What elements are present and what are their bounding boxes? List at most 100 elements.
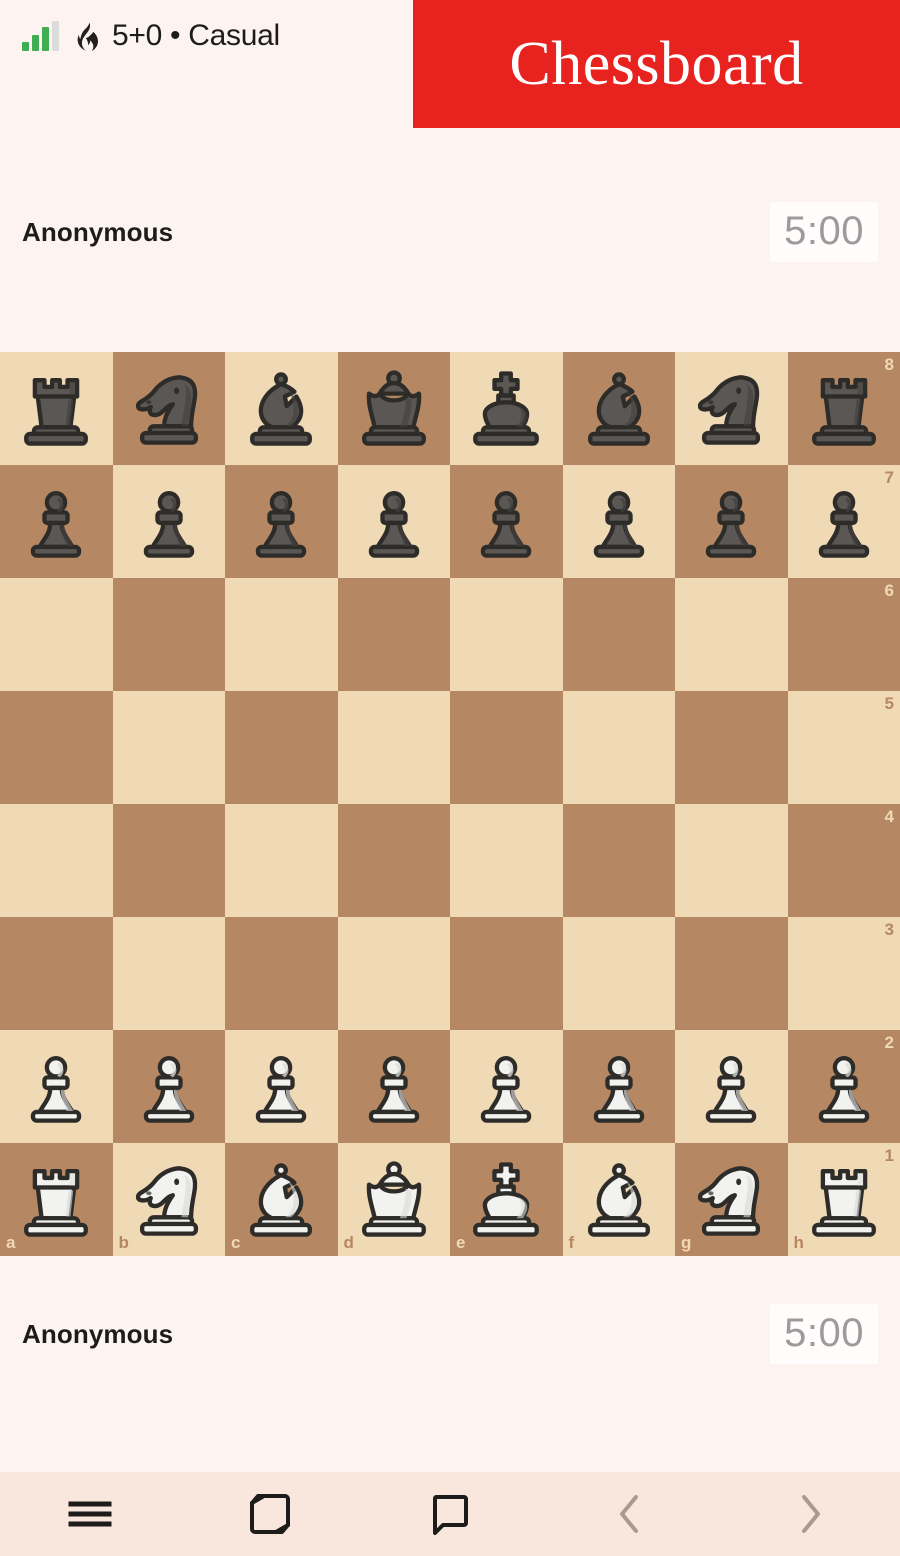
square-d2[interactable] xyxy=(337,1030,450,1143)
square-c7[interactable] xyxy=(225,465,338,578)
square-h5[interactable]: 5 xyxy=(787,691,900,804)
white-pawn-on-a2[interactable] xyxy=(8,1039,104,1135)
square-a3[interactable] xyxy=(0,917,113,1030)
square-c3[interactable] xyxy=(225,917,338,1030)
square-e2[interactable] xyxy=(450,1030,563,1143)
square-b4[interactable] xyxy=(112,804,225,917)
square-b8[interactable] xyxy=(112,352,225,465)
square-f3[interactable] xyxy=(562,917,675,1030)
square-h6[interactable]: 6 xyxy=(787,578,900,691)
white-bishop-on-f1[interactable] xyxy=(571,1152,667,1248)
square-b1[interactable]: b xyxy=(112,1143,225,1256)
black-pawn-on-f7[interactable] xyxy=(571,474,667,570)
black-knight-on-g8[interactable] xyxy=(683,361,779,457)
square-f4[interactable] xyxy=(562,804,675,917)
square-f6[interactable] xyxy=(562,578,675,691)
square-g4[interactable] xyxy=(675,804,788,917)
square-f2[interactable] xyxy=(562,1030,675,1143)
square-d4[interactable] xyxy=(337,804,450,917)
black-king-on-e8[interactable] xyxy=(458,361,554,457)
square-a6[interactable] xyxy=(0,578,113,691)
chat-button[interactable] xyxy=(360,1472,540,1556)
white-pawn-on-c2[interactable] xyxy=(233,1039,329,1135)
white-pawn-on-h2[interactable] xyxy=(796,1039,892,1135)
square-h7[interactable]: 7 xyxy=(787,465,900,578)
black-pawn-on-d7[interactable] xyxy=(346,474,442,570)
square-e4[interactable] xyxy=(450,804,563,917)
white-pawn-on-g2[interactable] xyxy=(683,1039,779,1135)
menu-button[interactable] xyxy=(0,1472,180,1556)
square-c1[interactable]: c xyxy=(225,1143,338,1256)
black-pawn-on-b7[interactable] xyxy=(121,474,217,570)
white-knight-on-b1[interactable] xyxy=(121,1152,217,1248)
white-king-on-e1[interactable] xyxy=(458,1152,554,1248)
square-c5[interactable] xyxy=(225,691,338,804)
black-pawn-on-g7[interactable] xyxy=(683,474,779,570)
flip-button[interactable] xyxy=(180,1472,360,1556)
square-g7[interactable] xyxy=(675,465,788,578)
square-c6[interactable] xyxy=(225,578,338,691)
square-b2[interactable] xyxy=(112,1030,225,1143)
square-d3[interactable] xyxy=(337,917,450,1030)
square-e6[interactable] xyxy=(450,578,563,691)
white-pawn-on-b2[interactable] xyxy=(121,1039,217,1135)
square-b5[interactable] xyxy=(112,691,225,804)
square-c2[interactable] xyxy=(225,1030,338,1143)
white-pawn-on-e2[interactable] xyxy=(458,1039,554,1135)
square-f1[interactable]: f xyxy=(562,1143,675,1256)
square-h1[interactable]: 1h xyxy=(787,1143,900,1256)
square-a5[interactable] xyxy=(0,691,113,804)
square-a1[interactable]: a xyxy=(0,1143,113,1256)
square-g1[interactable]: g xyxy=(675,1143,788,1256)
prev-move-button[interactable] xyxy=(540,1472,720,1556)
square-g6[interactable] xyxy=(675,578,788,691)
white-pawn-on-f2[interactable] xyxy=(571,1039,667,1135)
square-e7[interactable] xyxy=(450,465,563,578)
white-pawn-on-d2[interactable] xyxy=(346,1039,442,1135)
square-f8[interactable] xyxy=(562,352,675,465)
black-bishop-on-f8[interactable] xyxy=(571,361,667,457)
black-bishop-on-c8[interactable] xyxy=(233,361,329,457)
square-a8[interactable] xyxy=(0,352,113,465)
square-h8[interactable]: 8 xyxy=(787,352,900,465)
square-d8[interactable] xyxy=(337,352,450,465)
square-h4[interactable]: 4 xyxy=(787,804,900,917)
white-queen-on-d1[interactable] xyxy=(346,1152,442,1248)
square-d1[interactable]: d xyxy=(337,1143,450,1256)
square-d5[interactable] xyxy=(337,691,450,804)
square-f5[interactable] xyxy=(562,691,675,804)
black-queen-on-d8[interactable] xyxy=(346,361,442,457)
square-g5[interactable] xyxy=(675,691,788,804)
square-b7[interactable] xyxy=(112,465,225,578)
square-e8[interactable] xyxy=(450,352,563,465)
square-g2[interactable] xyxy=(675,1030,788,1143)
square-a4[interactable] xyxy=(0,804,113,917)
square-f7[interactable] xyxy=(562,465,675,578)
black-pawn-on-h7[interactable] xyxy=(796,474,892,570)
square-e3[interactable] xyxy=(450,917,563,1030)
white-rook-on-a1[interactable] xyxy=(8,1152,104,1248)
square-h2[interactable]: 2 xyxy=(787,1030,900,1143)
black-pawn-on-a7[interactable] xyxy=(8,474,104,570)
square-a7[interactable] xyxy=(0,465,113,578)
square-b3[interactable] xyxy=(112,917,225,1030)
black-knight-on-b8[interactable] xyxy=(121,361,217,457)
black-rook-on-a8[interactable] xyxy=(8,361,104,457)
square-g8[interactable] xyxy=(675,352,788,465)
black-pawn-on-e7[interactable] xyxy=(458,474,554,570)
square-a2[interactable] xyxy=(0,1030,113,1143)
next-move-button[interactable] xyxy=(720,1472,900,1556)
square-d6[interactable] xyxy=(337,578,450,691)
white-rook-on-h1[interactable] xyxy=(796,1152,892,1248)
square-g3[interactable] xyxy=(675,917,788,1030)
square-c4[interactable] xyxy=(225,804,338,917)
square-e5[interactable] xyxy=(450,691,563,804)
white-bishop-on-c1[interactable] xyxy=(233,1152,329,1248)
black-pawn-on-c7[interactable] xyxy=(233,474,329,570)
white-knight-on-g1[interactable] xyxy=(683,1152,779,1248)
chess-board[interactable]: 8 7 6 5 4 3 2 a b c d e f g 1 h xyxy=(0,352,900,1256)
square-e1[interactable]: e xyxy=(450,1143,563,1256)
black-rook-on-h8[interactable] xyxy=(796,361,892,457)
square-d7[interactable] xyxy=(337,465,450,578)
square-h3[interactable]: 3 xyxy=(787,917,900,1030)
